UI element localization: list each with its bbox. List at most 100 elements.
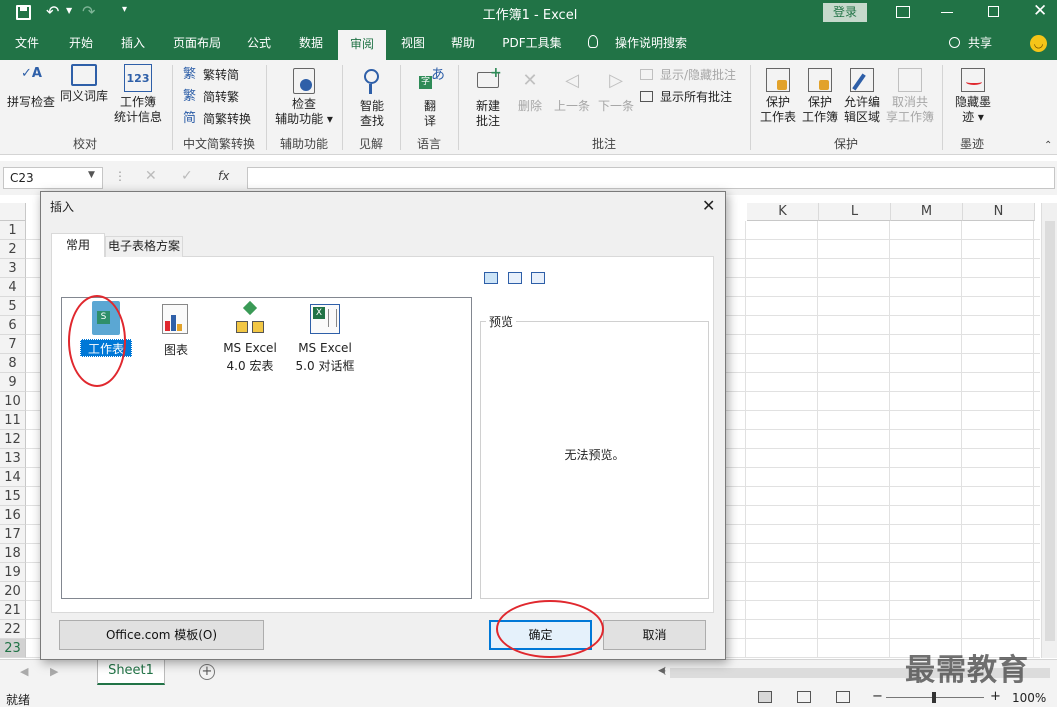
column-header-k[interactable]: K	[747, 203, 819, 221]
row-header-22[interactable]: 22	[0, 620, 26, 639]
undo-dropdown-icon[interactable]: ▼	[66, 6, 72, 15]
undo-icon[interactable]: ↶	[46, 2, 59, 21]
spell-check-button[interactable]: ✓A 拼写检查	[6, 64, 56, 110]
tab-view[interactable]: 视图	[390, 26, 436, 60]
page-layout-view-icon[interactable]	[797, 691, 811, 703]
select-all-corner[interactable]	[0, 203, 26, 221]
row-header-16[interactable]: 16	[0, 506, 26, 525]
row-header-3[interactable]: 3	[0, 259, 26, 278]
sheet-next-icon[interactable]: ▶	[50, 665, 58, 678]
tell-me-search[interactable]: 操作说明搜索	[608, 26, 694, 60]
allow-edit-ranges-button[interactable]: 允许编 辑区域	[842, 68, 882, 125]
row-header-8[interactable]: 8	[0, 354, 26, 373]
hide-ink-button[interactable]: 隐藏墨迹 ▾	[950, 68, 996, 125]
share-user-icon[interactable]	[949, 37, 960, 48]
insert-function-icon[interactable]: fx	[218, 169, 229, 183]
row-header-2[interactable]: 2	[0, 240, 26, 259]
zoom-level[interactable]: 100%	[1012, 691, 1046, 705]
smart-lookup-button[interactable]: 智能 查找	[350, 68, 394, 129]
check-accessibility-button[interactable]: 检查 辅助功能 ▾	[272, 68, 336, 127]
row-header-12[interactable]: 12	[0, 430, 26, 449]
new-comment-button[interactable]: + 新建 批注	[466, 66, 510, 129]
cancel-button[interactable]: 取消	[603, 620, 706, 650]
protect-sheet-button[interactable]: 保护 工作表	[758, 68, 798, 125]
formula-input[interactable]	[247, 167, 1055, 189]
horizontal-scroll-left-icon[interactable]: ◀	[658, 666, 665, 676]
dialog-tab-common[interactable]: 常用	[51, 233, 105, 257]
row-header-1[interactable]: 1	[0, 221, 26, 240]
confirm-entry-icon[interactable]: ✓	[181, 168, 193, 184]
row-header-10[interactable]: 10	[0, 392, 26, 411]
tab-file[interactable]: 文件	[4, 26, 50, 60]
trad-to-simp-button[interactable]: 繁繁转简	[183, 64, 239, 86]
row-header-17[interactable]: 17	[0, 525, 26, 544]
convert-chinese-button[interactable]: 简简繁转换	[183, 108, 251, 130]
name-box-dropdown-icon[interactable]: ▼	[88, 170, 95, 180]
tab-home[interactable]: 开始	[58, 26, 104, 60]
row-header-9[interactable]: 9	[0, 373, 26, 392]
row-header-21[interactable]: 21	[0, 601, 26, 620]
maximize-icon[interactable]	[988, 6, 999, 17]
save-icon[interactable]	[16, 5, 31, 20]
thesaurus-button[interactable]: 同义词库	[58, 64, 110, 104]
redo-icon[interactable]: ↷	[82, 2, 95, 21]
vertical-scrollbar[interactable]	[1041, 203, 1057, 658]
row-header-20[interactable]: 20	[0, 582, 26, 601]
tab-help[interactable]: 帮助	[440, 26, 486, 60]
close-icon[interactable]: ✕	[1033, 1, 1047, 21]
smiley-icon[interactable]: ◡	[1030, 35, 1047, 52]
delete-comment-button[interactable]: ✕ 删除	[510, 68, 550, 114]
list-view-icon[interactable]	[508, 272, 522, 284]
row-header-4[interactable]: 4	[0, 278, 26, 297]
dialog-tab-spreadsheet-solutions[interactable]: 电子表格方案	[105, 236, 183, 257]
row-header-18[interactable]: 18	[0, 544, 26, 563]
row-header-23[interactable]: 23	[0, 639, 26, 658]
normal-view-icon[interactable]	[758, 691, 772, 703]
row-header-11[interactable]: 11	[0, 411, 26, 430]
tab-review[interactable]: 审阅	[338, 30, 386, 60]
large-icons-view-icon[interactable]	[484, 272, 498, 284]
row-header-14[interactable]: 14	[0, 468, 26, 487]
previous-comment-button[interactable]: ◁ 上一条	[550, 68, 594, 114]
row-header-7[interactable]: 7	[0, 335, 26, 354]
translate-button[interactable]: 字あ 翻译	[408, 68, 452, 129]
minimize-icon[interactable]	[941, 12, 953, 13]
details-view-icon[interactable]	[531, 272, 545, 284]
column-header-n[interactable]: N	[963, 203, 1035, 221]
row-header-15[interactable]: 15	[0, 487, 26, 506]
row-header-5[interactable]: 5	[0, 297, 26, 316]
protect-workbook-button[interactable]: 保护 工作簿	[800, 68, 840, 125]
tab-insert[interactable]: 插入	[110, 26, 156, 60]
column-header-l[interactable]: L	[819, 203, 891, 221]
formula-options-icon[interactable]: ⋮	[114, 169, 126, 183]
page-break-view-icon[interactable]	[836, 691, 850, 703]
zoom-slider-thumb[interactable]	[932, 692, 936, 703]
zoom-in-icon[interactable]: +	[990, 689, 1001, 704]
collapse-ribbon-icon[interactable]: ⌃	[1044, 140, 1052, 151]
qat-customize-icon[interactable]: ▾	[122, 4, 127, 15]
tab-page-layout[interactable]: 页面布局	[166, 26, 228, 60]
ribbon-display-icon[interactable]	[896, 6, 910, 18]
add-sheet-icon[interactable]: +	[199, 664, 215, 680]
row-header-13[interactable]: 13	[0, 449, 26, 468]
simp-to-trad-button[interactable]: 繁简转繁	[183, 86, 239, 108]
cancel-entry-icon[interactable]: ✕	[145, 168, 157, 184]
tab-data[interactable]: 数据	[288, 26, 334, 60]
column-header-m[interactable]: M	[891, 203, 963, 221]
row-header-19[interactable]: 19	[0, 563, 26, 582]
office-templates-button[interactable]: Office.com 模板(O)	[59, 620, 264, 650]
workbook-statistics-button[interactable]: 123 工作簿 统计信息	[112, 64, 164, 125]
tab-formulas[interactable]: 公式	[236, 26, 282, 60]
show-hide-comment-button[interactable]: 显示/隐藏批注	[640, 64, 736, 86]
show-all-comments-button[interactable]: 显示所有批注	[640, 86, 732, 108]
sheet-tab-sheet1[interactable]: Sheet1	[97, 659, 165, 685]
sheet-prev-icon[interactable]: ◀	[20, 665, 28, 678]
tab-pdf-tools[interactable]: PDF工具集	[496, 26, 568, 60]
share-button[interactable]: 共享	[962, 26, 998, 60]
unshare-workbook-button[interactable]: 取消共 享工作簿	[884, 68, 936, 125]
row-header-6[interactable]: 6	[0, 316, 26, 335]
dialog-close-icon[interactable]: ✕	[702, 196, 715, 215]
login-button[interactable]: 登录	[823, 3, 867, 22]
zoom-out-icon[interactable]: −	[872, 689, 883, 704]
next-comment-button[interactable]: ▷ 下一条	[594, 68, 638, 114]
